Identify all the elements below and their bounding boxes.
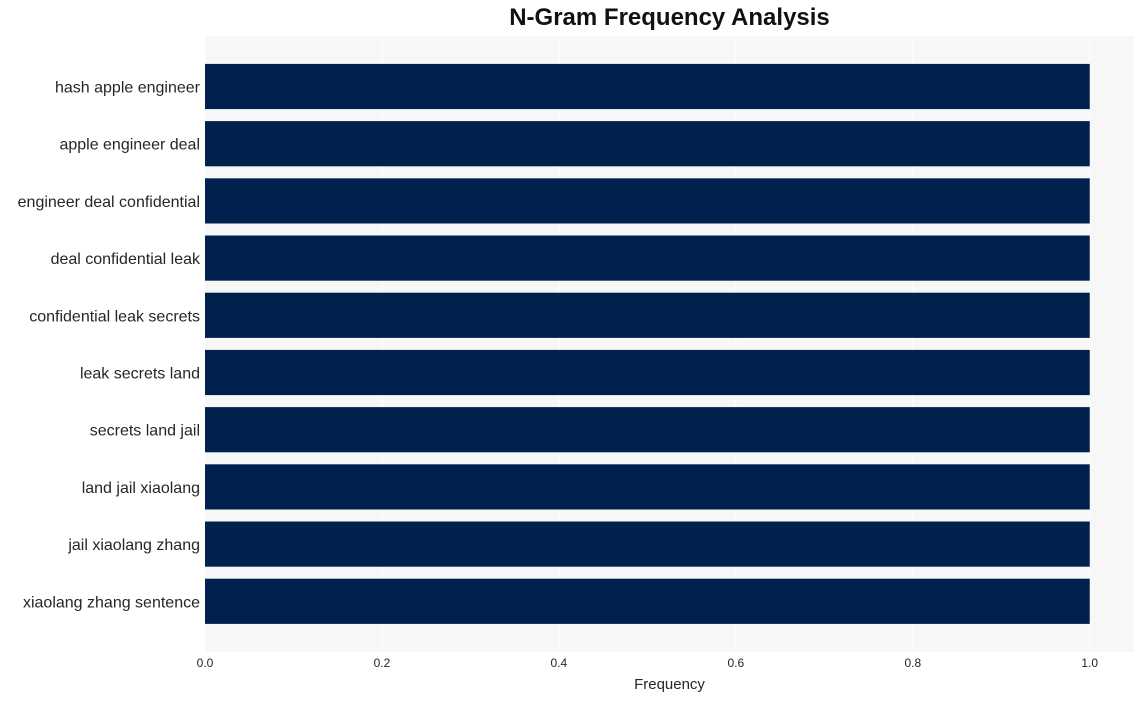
bar (205, 121, 1090, 167)
x-axis-title: Frequency (634, 676, 705, 693)
y-tick-label: engineer deal confidential (18, 194, 200, 211)
y-tick-label: deal confidential leak (51, 251, 201, 268)
x-tick-label: 0.4 (551, 656, 568, 670)
x-tick-label: 0.6 (728, 656, 745, 670)
y-axis-labels: hash apple engineer apple engineer deal en… (18, 80, 201, 612)
y-tick-label: leak secrets land (80, 366, 200, 383)
y-tick-label: confidential leak secrets (29, 308, 200, 325)
y-tick-label: land jail xiaolang (82, 480, 200, 497)
y-tick-label: xiaolang zhang sentence (23, 594, 200, 611)
x-tick-label: 0.2 (374, 656, 391, 670)
bar (205, 292, 1090, 338)
bar (205, 235, 1090, 281)
bar (205, 521, 1090, 567)
bar (205, 349, 1090, 396)
x-tick-label: 0.8 (904, 656, 921, 670)
bar (205, 63, 1090, 110)
y-tick-label: secrets land jail (90, 423, 200, 440)
x-axis-ticks: 0.0 0.2 0.4 0.6 0.8 1.0 (197, 656, 1099, 670)
y-tick-label: hash apple engineer (55, 80, 201, 97)
bar (205, 407, 1090, 453)
bar-chart: hash apple engineer apple engineer deal en… (18, 36, 1134, 693)
bar (205, 578, 1090, 624)
bar (205, 464, 1090, 510)
x-tick-label: 1.0 (1081, 656, 1098, 670)
x-tick-label: 0.0 (197, 656, 214, 670)
y-tick-label: apple engineer deal (59, 137, 200, 154)
y-tick-label: jail xiaolang zhang (67, 537, 200, 554)
bar (205, 178, 1090, 224)
